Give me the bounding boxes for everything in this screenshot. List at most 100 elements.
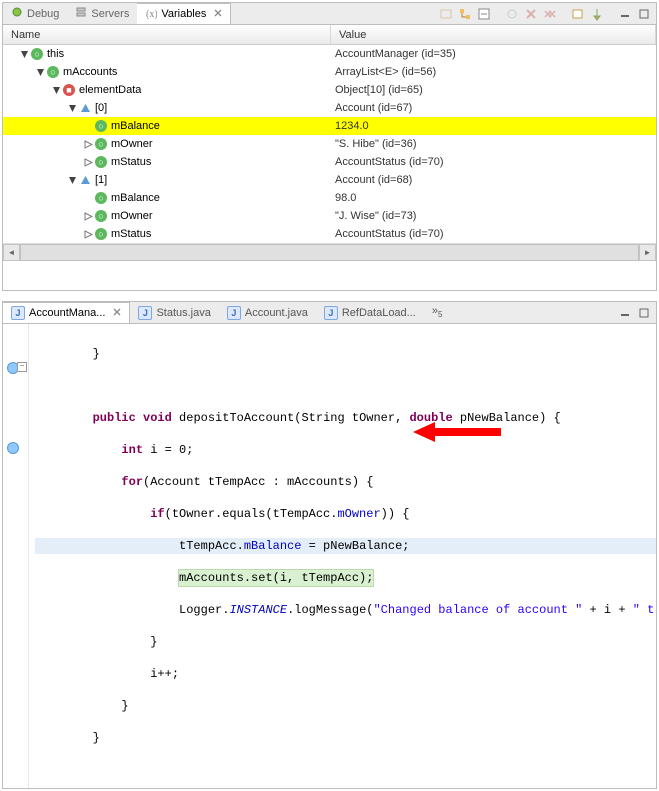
java-file-icon: J	[11, 306, 25, 320]
editor-tab-refdataload[interactable]: J RefDataLoad...	[316, 302, 424, 323]
tree-node-label: mOwner	[111, 138, 153, 150]
maximize-icon[interactable]	[636, 6, 652, 22]
tree-node-value: Account (id=67)	[331, 102, 656, 114]
expand-toggle-icon[interactable]	[83, 211, 93, 221]
column-header-name[interactable]: Name	[3, 25, 331, 44]
view-tabbar: Debug Servers (x)= Variables	[3, 3, 656, 25]
view-toolbar	[438, 6, 656, 22]
scroll-right-button[interactable]: ►	[639, 244, 656, 261]
tab-debug[interactable]: Debug	[3, 3, 67, 24]
bug-icon	[11, 6, 23, 21]
minimize-icon[interactable]	[617, 6, 633, 22]
tree-node-value: Object[10] (id=65)	[331, 84, 656, 96]
tree-node-label: elementData	[79, 84, 141, 96]
field-public-icon: ○	[95, 156, 107, 168]
tree-node-value: ArrayList<E> (id=56)	[331, 66, 656, 78]
open-new-view-icon[interactable]	[570, 6, 586, 22]
tree-node-value: "J. Wise" (id=73)	[331, 210, 656, 222]
field-public-icon: ○	[95, 210, 107, 222]
editor-gutter[interactable]: −	[3, 324, 29, 788]
tree-row[interactable]: ○mStatusAccountStatus (id=70)	[3, 225, 656, 243]
editor-tab-account[interactable]: J Account.java	[219, 302, 316, 323]
tree-row[interactable]: [0] Account (id=67)	[3, 99, 656, 117]
horizontal-scrollbar[interactable]: ◄ ►	[3, 243, 656, 260]
tab-variables-label: Variables	[161, 8, 206, 20]
expand-toggle-icon[interactable]	[83, 193, 93, 203]
annotation-arrow-icon	[413, 420, 503, 444]
tree-node-label: mStatus	[111, 156, 151, 168]
add-watch-icon[interactable]	[504, 6, 520, 22]
expand-toggle-icon[interactable]	[83, 121, 93, 131]
tab-variables[interactable]: (x)= Variables	[137, 3, 231, 24]
servers-icon	[75, 6, 87, 21]
tree-row[interactable]: ○ mBalance 98.0	[3, 189, 656, 207]
expand-toggle-icon[interactable]	[83, 229, 93, 239]
variables-tree[interactable]: ○thisAccountManager (id=35) ○ mAccounts Arr…	[3, 45, 656, 243]
debug-current-line-icon[interactable]	[7, 442, 19, 454]
scroll-left-button[interactable]: ◄	[3, 244, 20, 261]
tree-row[interactable]: ■ elementData Object[10] (id=65)	[3, 81, 656, 99]
tree-node-label: this	[47, 48, 64, 60]
tree-row[interactable]: ○ mStatus AccountStatus (id=70)	[3, 153, 656, 171]
editor-tab-accountmanager[interactable]: J AccountMana...	[3, 302, 130, 323]
variables-icon: (x)=	[145, 7, 157, 22]
current-execution-line: mAccounts.set(i, tTempAcc);	[179, 570, 373, 586]
editor-tab-label: Account.java	[245, 307, 308, 319]
tree-row[interactable]: ○mBalance1234.0	[3, 117, 656, 135]
tree-node-value: Account (id=68)	[331, 174, 656, 186]
field-public-icon: ○	[47, 66, 59, 78]
field-private-icon: ■	[63, 84, 75, 96]
scroll-thumb[interactable]	[20, 244, 639, 261]
close-icon[interactable]	[214, 8, 222, 20]
java-file-icon: J	[138, 306, 152, 320]
tree-node-label: mAccounts	[63, 66, 117, 78]
tree-node-value: AccountStatus (id=70)	[331, 156, 656, 168]
tree-row[interactable]: ○mOwner"J. Wise" (id=73)	[3, 207, 656, 225]
expand-toggle-icon[interactable]	[67, 103, 77, 113]
editor-tab-label: Status.java	[156, 307, 210, 319]
tree-node-value: "S. Hibe" (id=36)	[331, 138, 656, 150]
editor-tab-status[interactable]: J Status.java	[130, 302, 218, 323]
fold-toggle-icon[interactable]: −	[17, 362, 27, 372]
expand-toggle-icon[interactable]	[67, 175, 77, 185]
tree-row[interactable]: [1] Account (id=68)	[3, 171, 656, 189]
editor-panel: J AccountMana... J Status.java J Account…	[2, 301, 657, 789]
expand-toggle-icon[interactable]	[83, 139, 93, 149]
expand-toggle-icon[interactable]	[35, 67, 45, 77]
column-header-value[interactable]: Value	[331, 25, 656, 44]
show-logical-structure-icon[interactable]	[457, 6, 473, 22]
expand-toggle-icon[interactable]	[83, 157, 93, 167]
tree-node-value: 98.0	[331, 192, 656, 204]
expand-toggle-icon[interactable]	[51, 85, 61, 95]
show-list-icon[interactable]: »5	[424, 305, 451, 319]
tree-row[interactable]: ○ mOwner "S. Hibe" (id=36)	[3, 135, 656, 153]
field-public-icon: ○	[95, 138, 107, 150]
code-editor[interactable]: − } public void depositToAccount(String …	[3, 324, 656, 788]
editor-tab-label: RefDataLoad...	[342, 307, 416, 319]
editor-tabbar: J AccountMana... J Status.java J Account…	[3, 302, 656, 324]
tree-node-label: [1]	[95, 174, 107, 186]
remove-all-icon[interactable]	[542, 6, 558, 22]
detail-pane[interactable]	[3, 260, 656, 290]
tree-node-label: mStatus	[111, 228, 151, 240]
tab-servers-label: Servers	[91, 8, 129, 20]
variables-view-panel: Debug Servers (x)= Variables	[2, 2, 657, 291]
remove-selected-icon[interactable]	[523, 6, 539, 22]
maximize-icon[interactable]	[636, 305, 652, 321]
tree-node-label: [0]	[95, 102, 107, 114]
field-public-icon: ○	[95, 228, 107, 240]
code-content: } public void depositToAccount(String tO…	[35, 330, 656, 778]
field-public-icon: ○	[95, 192, 107, 204]
minimize-icon[interactable]	[617, 305, 633, 321]
tree-row[interactable]: ○thisAccountManager (id=35)	[3, 45, 656, 63]
array-element-icon	[79, 102, 91, 114]
pin-icon[interactable]	[589, 6, 605, 22]
java-file-icon: J	[324, 306, 338, 320]
tree-node-label: mBalance	[111, 192, 160, 204]
close-icon[interactable]	[113, 307, 121, 319]
show-type-names-icon[interactable]	[438, 6, 454, 22]
tree-row[interactable]: ○ mAccounts ArrayList<E> (id=56)	[3, 63, 656, 81]
expand-toggle-icon[interactable]	[19, 49, 29, 59]
tab-servers[interactable]: Servers	[67, 3, 137, 24]
collapse-all-icon[interactable]	[476, 6, 492, 22]
